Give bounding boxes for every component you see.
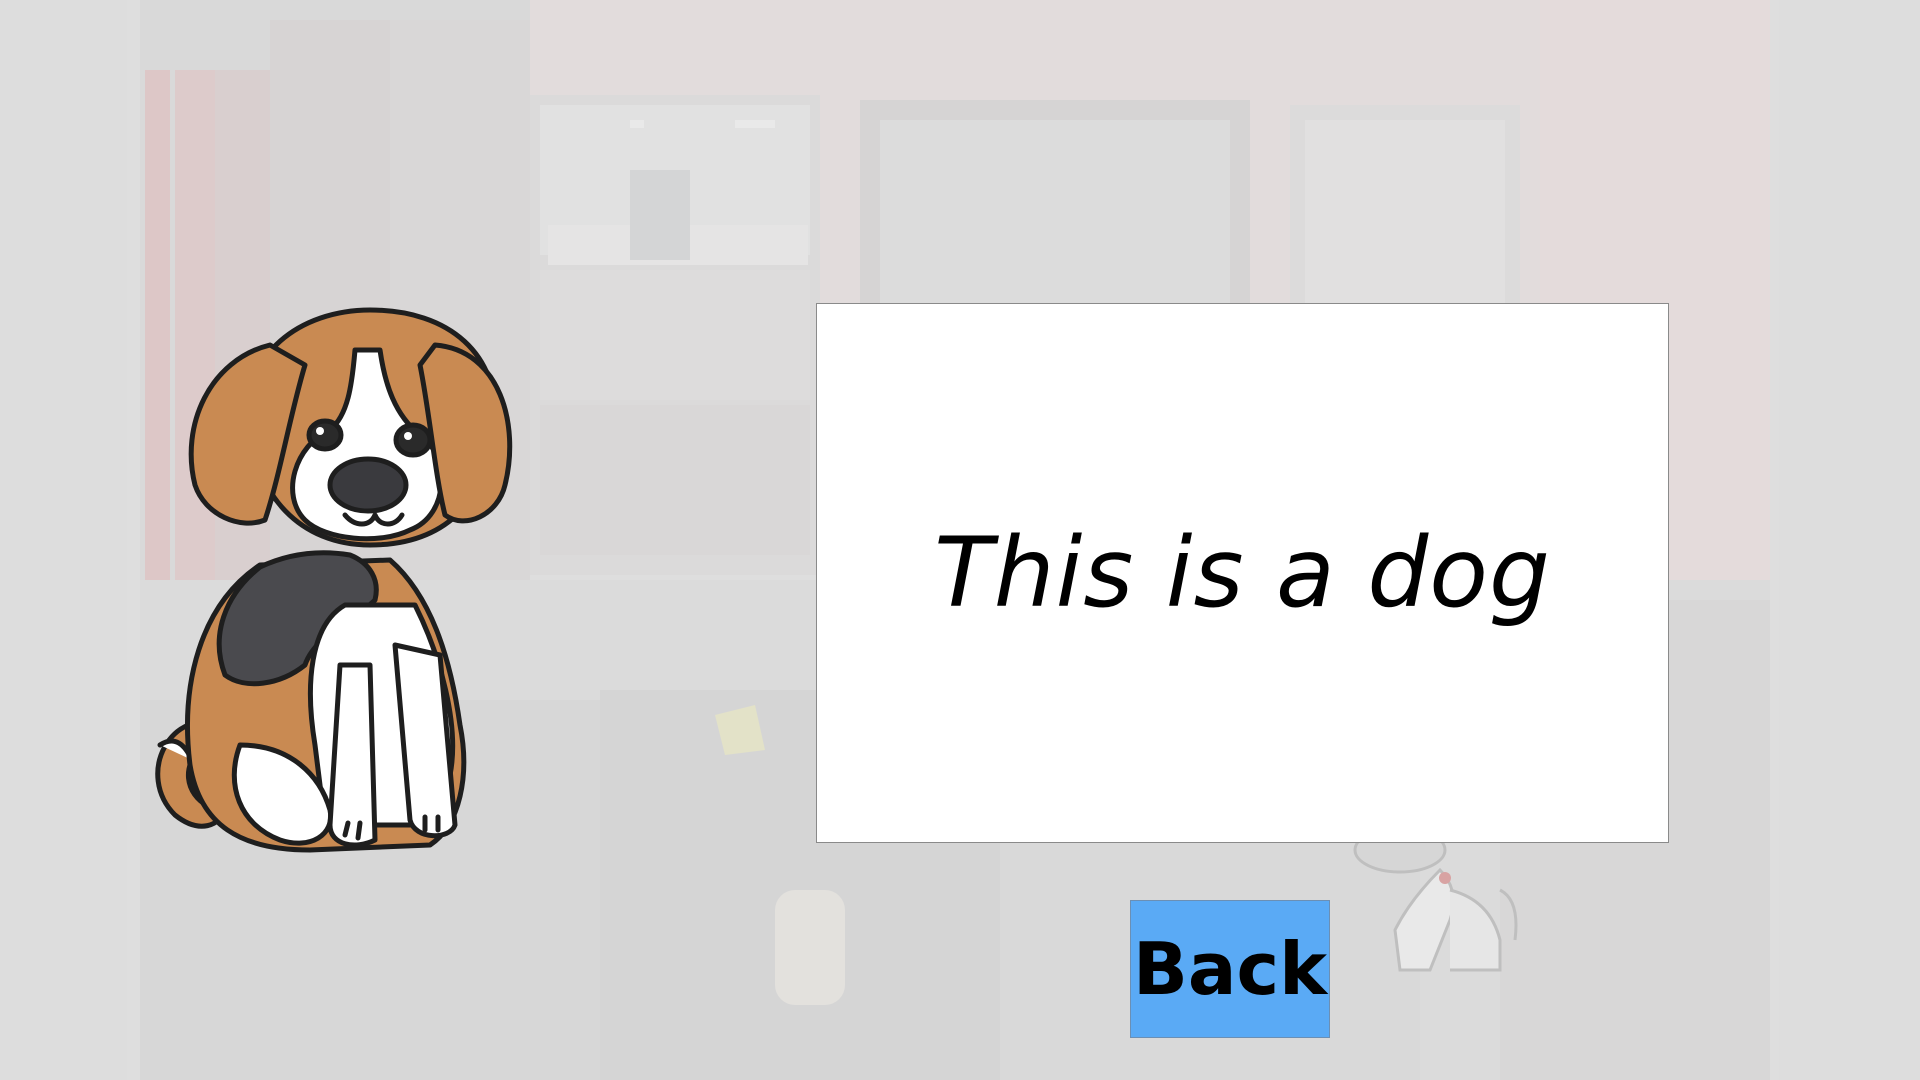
back-button[interactable]: Back <box>1130 900 1330 1038</box>
dog-illustration <box>155 307 513 853</box>
small-dog-decoration <box>1353 830 1518 972</box>
caption-card: This is a dog <box>816 303 1669 843</box>
caption-text: This is a dog <box>934 517 1551 629</box>
game-screen: This is a dog Back <box>0 0 1920 1080</box>
